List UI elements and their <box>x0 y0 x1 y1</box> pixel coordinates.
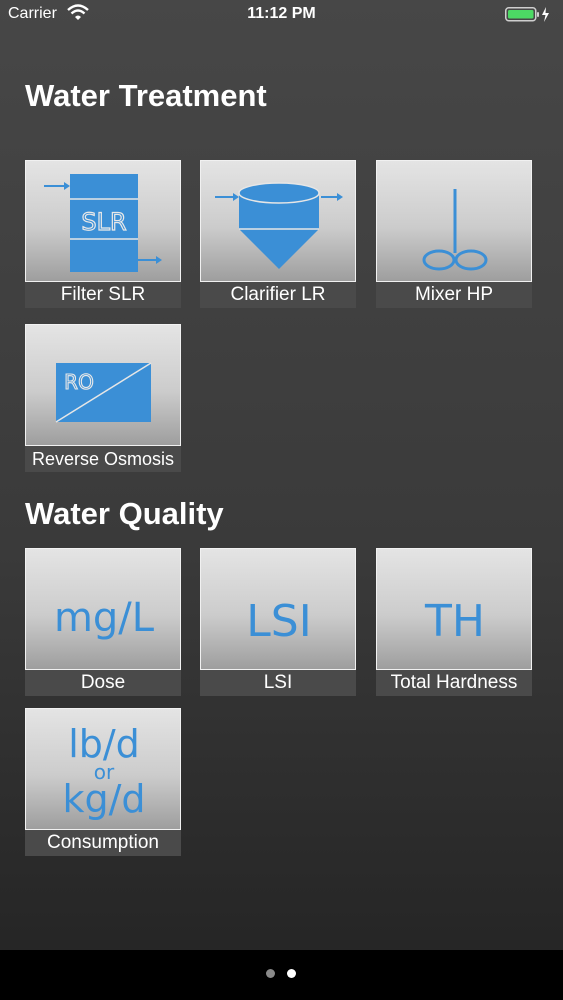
clarifier-lr-tile[interactable]: Clarifier LR <box>200 160 356 308</box>
consumption-tile[interactable]: lb/d or kg/d Consumption <box>25 708 181 856</box>
hardness-icon-text: TH <box>424 596 485 647</box>
water-quality-title: Water Quality <box>25 496 224 531</box>
mixer-hp-tile[interactable]: Mixer HP <box>376 160 532 308</box>
lsi-face: LSI <box>200 548 356 670</box>
total-hardness-tile[interactable]: TH Total Hardness <box>376 548 532 696</box>
dose-tile[interactable]: mg/L Dose <box>25 548 181 696</box>
mixer-icon <box>422 189 488 271</box>
ro-icon-text: RO <box>64 370 94 394</box>
mixer-hp-face <box>376 160 532 282</box>
status-bar: Carrier 11:12 PM <box>0 0 563 30</box>
clarifier-lr-face <box>200 160 356 282</box>
filter-slr-tile[interactable]: SLR Filter SLR <box>25 160 181 308</box>
clarifier-lr-label: Clarifier LR <box>200 282 356 308</box>
filter-slr-face: SLR <box>25 160 181 282</box>
dose-icon: mg/L <box>54 595 155 641</box>
page-indicator-dot-2[interactable] <box>287 969 296 978</box>
filter-icon: SLR <box>44 174 162 272</box>
total-hardness-face: TH <box>376 548 532 670</box>
lsi-icon-text: LSI <box>246 596 311 647</box>
dose-label: Dose <box>25 670 181 696</box>
lsi-tile[interactable]: LSI LSI <box>200 548 356 696</box>
lsi-label: LSI <box>200 670 356 696</box>
consumption-face: lb/d or kg/d <box>25 708 181 830</box>
mixer-hp-label: Mixer HP <box>376 282 532 308</box>
dose-face: mg/L <box>25 548 181 670</box>
clarifier-icon <box>215 182 343 269</box>
filter-icon-text: SLR <box>81 208 126 236</box>
page-indicator-dot-1[interactable] <box>266 969 275 978</box>
consumption-label: Consumption <box>25 830 181 856</box>
bottom-bar <box>0 950 563 1000</box>
water-treatment-title: Water Treatment <box>25 78 267 113</box>
reverse-osmosis-label: Reverse Osmosis <box>25 446 181 472</box>
consumption-icon: lb/d or kg/d <box>62 722 145 821</box>
filter-slr-label: Filter SLR <box>25 282 181 308</box>
consumption-icon-line3: kg/d <box>62 777 145 821</box>
lsi-icon: LSI <box>246 596 311 647</box>
hardness-icon: TH <box>424 596 485 647</box>
reverse-osmosis-face: RO <box>25 324 181 446</box>
clock: 11:12 PM <box>247 5 316 22</box>
dose-icon-text: mg/L <box>54 595 155 641</box>
ro-membrane-icon: RO <box>55 362 152 423</box>
battery-icon <box>505 6 551 28</box>
total-hardness-label: Total Hardness <box>376 670 532 696</box>
reverse-osmosis-tile[interactable]: RO Reverse Osmosis <box>25 324 181 472</box>
